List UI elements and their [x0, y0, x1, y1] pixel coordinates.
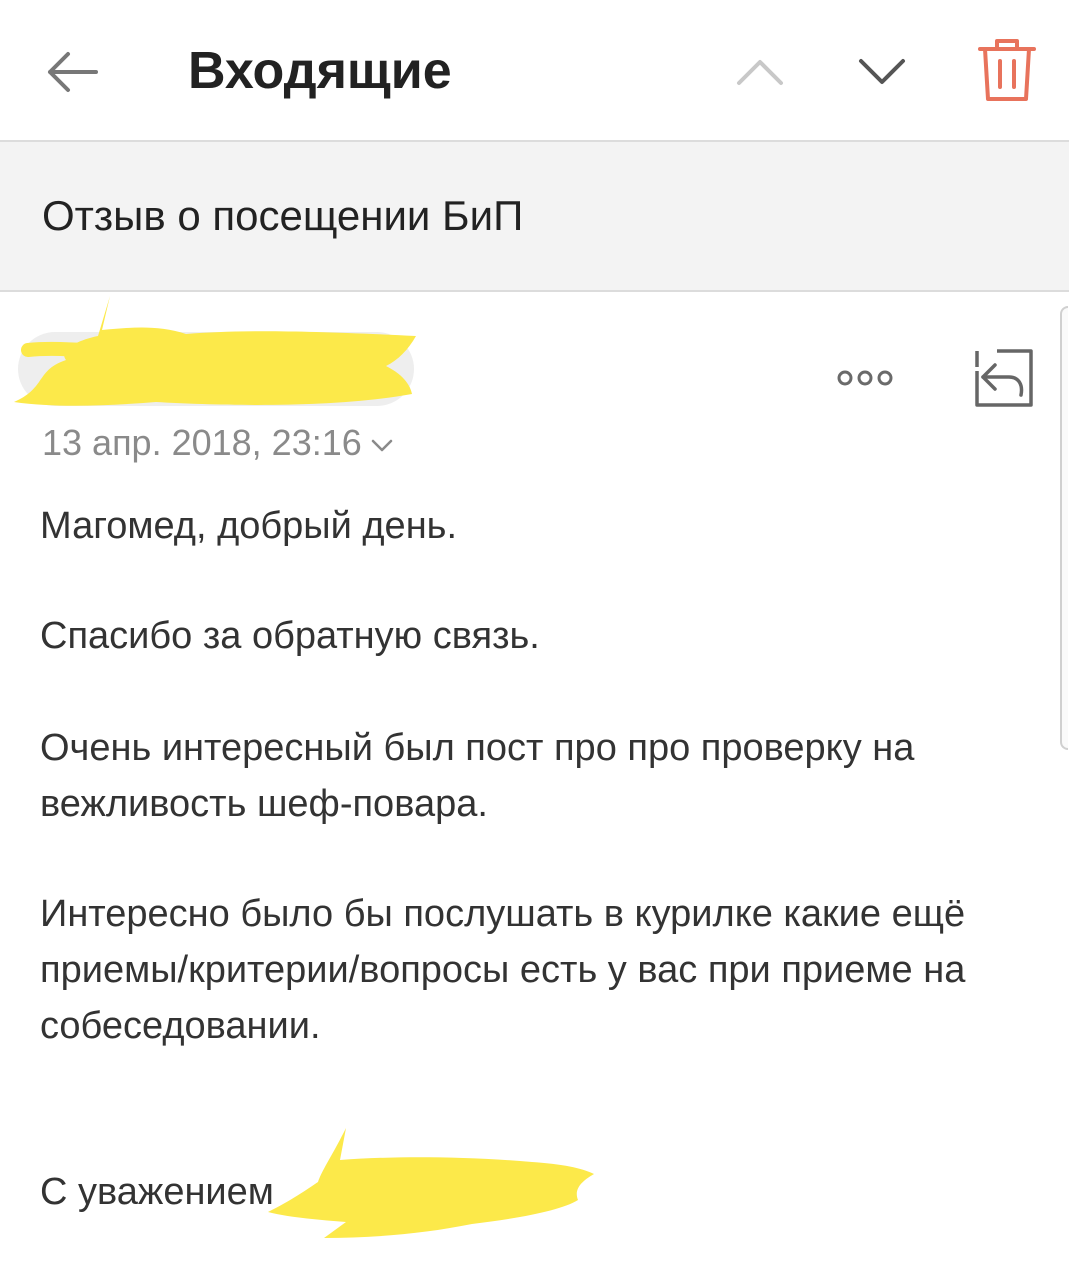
- email-view: Входящие Отзыв о посещении БиП 13 апр. 2…: [0, 0, 1069, 1280]
- body-greeting: Магомед, добрый день.: [40, 505, 458, 547]
- subject-bar: Отзыв о посещении БиП: [0, 142, 1069, 292]
- chevron-up-icon: [737, 60, 783, 85]
- more-dots-icon: [837, 370, 893, 386]
- page-title: Входящие: [188, 42, 452, 100]
- body-thanks: Спасибо за обратную связь.: [40, 615, 540, 657]
- chevron-down-icon: [859, 59, 905, 84]
- body-paragraph: Интересно было бы послушать в курилке ка…: [40, 893, 966, 1047]
- message-subject: Отзыв о посещении БиП: [42, 192, 524, 239]
- delete-button[interactable]: [972, 34, 1042, 106]
- back-button[interactable]: [40, 40, 104, 104]
- more-options-button[interactable]: [830, 360, 900, 396]
- trash-icon: [978, 39, 1036, 101]
- reply-button[interactable]: [970, 344, 1038, 412]
- body-signoff: С уважением: [40, 1171, 274, 1213]
- date-text: 13 апр. 2018, 23:16: [42, 422, 362, 463]
- message-date[interactable]: 13 апр. 2018, 23:16: [42, 420, 394, 466]
- next-message-button[interactable]: [850, 40, 914, 104]
- previous-message-button[interactable]: [728, 40, 792, 104]
- scrollbar[interactable]: [1060, 306, 1068, 750]
- reply-icon: [975, 349, 1033, 407]
- sender-chip[interactable]: [18, 332, 414, 406]
- chevron-down-icon: [370, 438, 394, 454]
- body-paragraph: Очень интересный был пост про про провер…: [40, 727, 915, 825]
- arrow-left-icon: [48, 52, 98, 92]
- top-bar: Входящие: [0, 0, 1069, 142]
